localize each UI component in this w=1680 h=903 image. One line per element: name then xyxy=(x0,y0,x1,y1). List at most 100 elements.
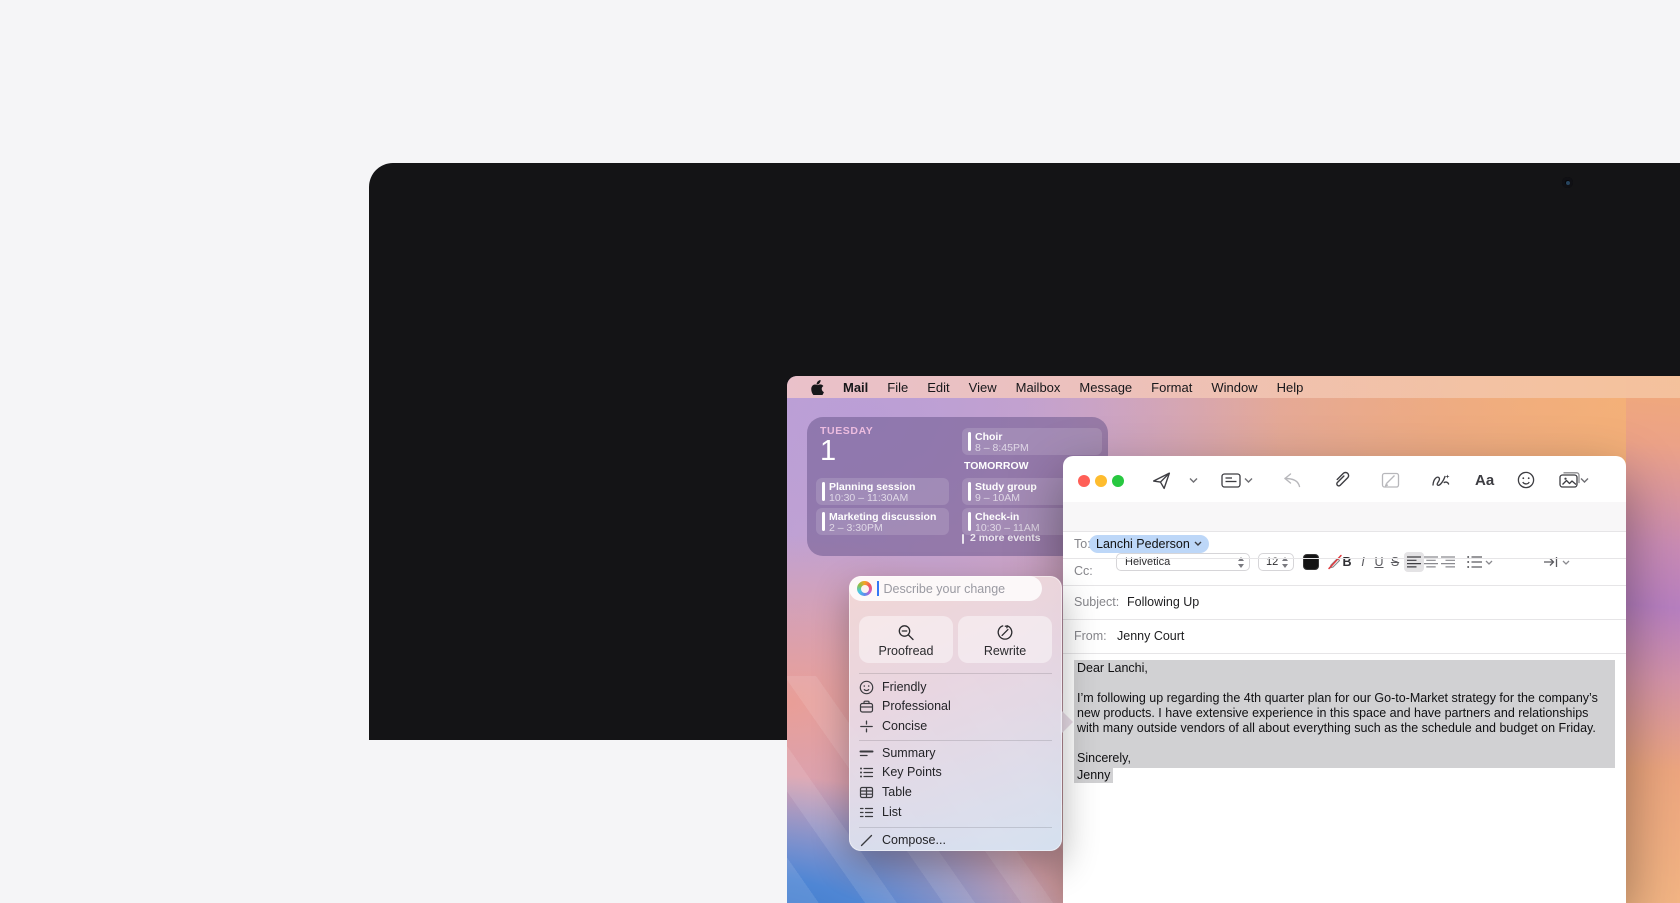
menu-item-key-points[interactable]: Key Points xyxy=(859,764,1052,783)
event-color-bar xyxy=(968,482,971,501)
menu-item-file[interactable]: File xyxy=(887,380,908,395)
format-button[interactable]: Aa xyxy=(1475,472,1494,489)
body-greeting: Dear Lanchi, xyxy=(1077,661,1612,676)
row-divider xyxy=(1063,619,1626,620)
popover-divider xyxy=(859,673,1052,674)
menu-item-window[interactable]: Window xyxy=(1211,380,1257,395)
popover-divider xyxy=(859,740,1052,741)
zoom-button[interactable] xyxy=(1112,475,1124,487)
webcam-dot xyxy=(1562,177,1573,188)
menu-item-concise[interactable]: Concise xyxy=(859,718,1052,737)
menu-item-help[interactable]: Help xyxy=(1277,380,1304,395)
from-label: From: xyxy=(1074,629,1107,643)
desktop-screen: Mail File Edit View Mailbox Message Form… xyxy=(787,376,1680,903)
message-body[interactable]: Dear Lanchi, I’m following up regarding … xyxy=(1074,660,1615,783)
dash-list-icon xyxy=(859,805,874,820)
signature-button[interactable] xyxy=(1380,470,1401,490)
concise-icon xyxy=(859,719,874,734)
apple-intelligence-icon xyxy=(857,581,872,596)
rewrite-button[interactable]: Rewrite xyxy=(958,616,1052,663)
attach-button[interactable] xyxy=(1331,470,1351,491)
table-icon xyxy=(859,785,874,800)
widget-day-number: 1 xyxy=(820,435,836,468)
minimize-button[interactable] xyxy=(1095,475,1107,487)
menu-item-summary[interactable]: Summary xyxy=(859,745,1052,764)
body-paragraph: I’m following up regarding the 4th quart… xyxy=(1077,691,1612,736)
rewrite-label: Rewrite xyxy=(958,644,1052,658)
send-button[interactable] xyxy=(1151,470,1172,491)
menu-item-label: Key Points xyxy=(882,765,942,779)
row-divider xyxy=(1063,653,1626,654)
row-divider xyxy=(1063,531,1626,532)
menu-item-label: Compose... xyxy=(882,833,946,847)
close-button[interactable] xyxy=(1078,475,1090,487)
input-placeholder: Describe your change xyxy=(884,582,1006,596)
event-color-bar xyxy=(822,482,825,501)
event-color-bar xyxy=(968,512,971,531)
event-color-bar xyxy=(962,534,964,544)
compose-window: Aa Helvetica 12 xyxy=(1063,456,1626,903)
proofread-button[interactable]: Proofread xyxy=(859,616,953,663)
selected-text-block: Dear Lanchi, I’m following up regarding … xyxy=(1074,660,1615,768)
photo-browser-button[interactable] xyxy=(1558,470,1581,490)
menu-item-table[interactable]: Table xyxy=(859,784,1052,803)
popover-divider xyxy=(859,827,1052,828)
briefcase-icon xyxy=(859,699,874,714)
recipient-name: Lanchi Pederson xyxy=(1096,537,1190,551)
menu-item-label: Professional xyxy=(882,699,951,713)
summary-icon xyxy=(859,746,874,761)
menu-item-view[interactable]: View xyxy=(969,380,997,395)
menu-item-label: Concise xyxy=(882,719,927,733)
writing-tools-button[interactable] xyxy=(1430,470,1452,491)
menu-item-edit[interactable]: Edit xyxy=(927,380,949,395)
body-closing: Sincerely, xyxy=(1077,751,1612,766)
menu-item-mailbox[interactable]: Mailbox xyxy=(1016,380,1061,395)
menu-item-format[interactable]: Format xyxy=(1151,380,1192,395)
emoji-button[interactable] xyxy=(1516,470,1536,490)
photo-browser-chevron-icon[interactable] xyxy=(1580,477,1589,484)
event-time: 10:30 – 11:30AM xyxy=(829,492,908,504)
writing-tools-popover: Describe your change Proofread Rewrite xyxy=(849,576,1062,851)
monitor-bezel: Mail File Edit View Mailbox Message Form… xyxy=(369,163,1680,740)
proofread-label: Proofread xyxy=(859,644,953,658)
event-time: 8 – 8:45PM xyxy=(975,442,1029,454)
menu-item-friendly[interactable]: Friendly xyxy=(859,679,1052,698)
event-planning-session[interactable]: Planning session 10:30 – 11:30AM xyxy=(816,478,949,505)
menu-item-label: List xyxy=(882,805,901,819)
body-signature: Jenny xyxy=(1074,768,1113,783)
more-events-label: 2 more events xyxy=(970,532,1041,544)
menu-item-label: Friendly xyxy=(882,680,926,694)
menu-item-mail[interactable]: Mail xyxy=(843,380,868,395)
menu-item-list[interactable]: List xyxy=(859,804,1052,823)
header-fields-chevron-icon[interactable] xyxy=(1244,477,1253,484)
recipient-token[interactable]: Lanchi Pederson xyxy=(1089,535,1209,553)
rewrite-icon xyxy=(997,624,1014,641)
menu-item-label: Summary xyxy=(882,746,935,760)
menu-item-compose[interactable]: Compose... xyxy=(859,832,1052,851)
format-bar: Helvetica 12 B I U S xyxy=(1063,502,1626,531)
header-fields-button[interactable] xyxy=(1220,470,1242,490)
send-options-chevron-icon[interactable] xyxy=(1189,477,1198,484)
event-marketing-discussion[interactable]: Marketing discussion 2 – 3:30PM xyxy=(816,508,949,535)
event-color-bar xyxy=(968,432,971,451)
event-time: 9 – 10AM xyxy=(975,492,1020,504)
menu-item-label: Table xyxy=(882,785,912,799)
row-divider xyxy=(1063,585,1626,586)
menu-item-professional[interactable]: Professional xyxy=(859,698,1052,717)
subject-value[interactable]: Following Up xyxy=(1127,595,1199,609)
widget-tomorrow-label: TOMORROW xyxy=(964,460,1029,472)
cc-field[interactable] xyxy=(1063,558,1626,585)
event-choir[interactable]: Choir 8 – 8:45PM xyxy=(962,428,1102,455)
compose-pencil-icon xyxy=(859,833,874,848)
menu-item-message[interactable]: Message xyxy=(1079,380,1132,395)
apple-menu-icon[interactable] xyxy=(810,379,824,395)
smiley-icon xyxy=(859,680,874,695)
event-color-bar xyxy=(822,512,825,531)
token-chevron-icon xyxy=(1194,541,1202,547)
reply-button[interactable] xyxy=(1282,470,1303,490)
bullet-list-icon xyxy=(859,765,874,780)
wallpaper-right xyxy=(1626,376,1680,903)
event-time: 2 – 3:30PM xyxy=(829,522,883,534)
describe-change-input[interactable]: Describe your change xyxy=(849,576,1042,601)
from-value[interactable]: Jenny Court xyxy=(1117,629,1184,643)
